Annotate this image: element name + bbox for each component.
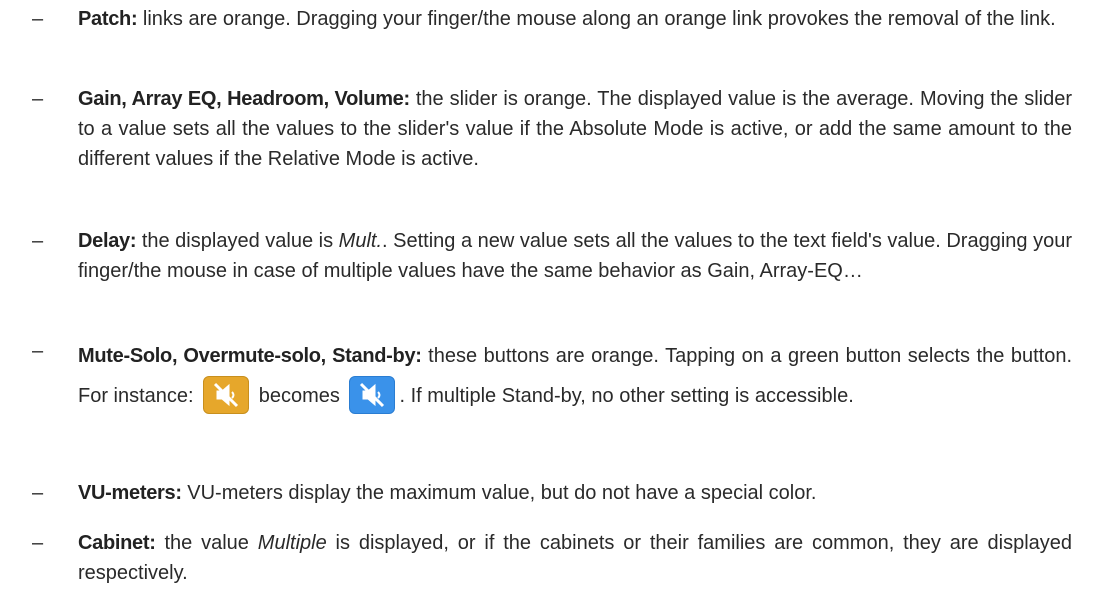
bullet-dash: – (32, 8, 44, 30)
list-item-gain: – Gain, Array EQ, Headroom, Volume: the … (32, 84, 1072, 174)
term-label: Delay: (78, 230, 137, 252)
list-item-cabinet: – Cabinet: the value Multiple is display… (32, 528, 1072, 588)
item-body: Gain, Array EQ, Headroom, Volume: the sl… (78, 84, 1072, 174)
item-text-before: the displayed value is (141, 230, 339, 252)
item-text: links are orange. Dragging your finger/t… (142, 8, 1056, 30)
list-item-mute-solo: – Mute-Solo, Overmute-solo, Stand-by: th… (32, 336, 1072, 416)
item-text: VU-meters display the maximum value, but… (187, 482, 817, 504)
item-body: VU-meters: VU-meters display the maximum… (78, 478, 1072, 508)
item-body: Mute-Solo, Overmute-solo, Stand-by: thes… (78, 336, 1072, 416)
bullet-dash: – (32, 482, 44, 504)
mute-speaker-icon (214, 382, 239, 408)
mute-speaker-icon (360, 382, 385, 408)
bullet-dash: – (32, 88, 44, 110)
bullet-dash: – (32, 340, 44, 362)
item-body: Patch: links are orange. Dragging your f… (78, 4, 1072, 34)
item-body: Cabinet: the value Multiple is displayed… (78, 528, 1072, 588)
term-label: Patch: (78, 8, 138, 30)
list-item-vu-meters: – VU-meters: VU-meters display the maxim… (32, 478, 1072, 508)
item-text-after: . If multiple Stand-by, no other setting… (399, 385, 854, 407)
mute-button-orange (203, 376, 250, 414)
term-label: Cabinet: (78, 532, 156, 554)
term-label: VU-meters: (78, 482, 182, 504)
term-label: Gain, Array EQ, Headroom, Volume: (78, 88, 410, 110)
mute-button-blue (349, 376, 396, 414)
bullet-dash: – (32, 532, 44, 554)
item-text-before: the value (164, 532, 258, 554)
item-body: Delay: the displayed value is Mult.. Set… (78, 226, 1072, 286)
list-item-delay: – Delay: the displayed value is Mult.. S… (32, 226, 1072, 286)
document-page: – Patch: links are orange. Dragging your… (0, 0, 1096, 598)
item-text-mid: becomes (258, 385, 340, 407)
bullet-dash: – (32, 230, 44, 252)
term-label: Mute-Solo, Overmute-solo, Stand-by: (78, 345, 422, 367)
list-item-patch: – Patch: links are orange. Dragging your… (32, 4, 1072, 34)
item-italic: Multiple (257, 532, 327, 554)
item-italic: Mult. (338, 230, 383, 252)
